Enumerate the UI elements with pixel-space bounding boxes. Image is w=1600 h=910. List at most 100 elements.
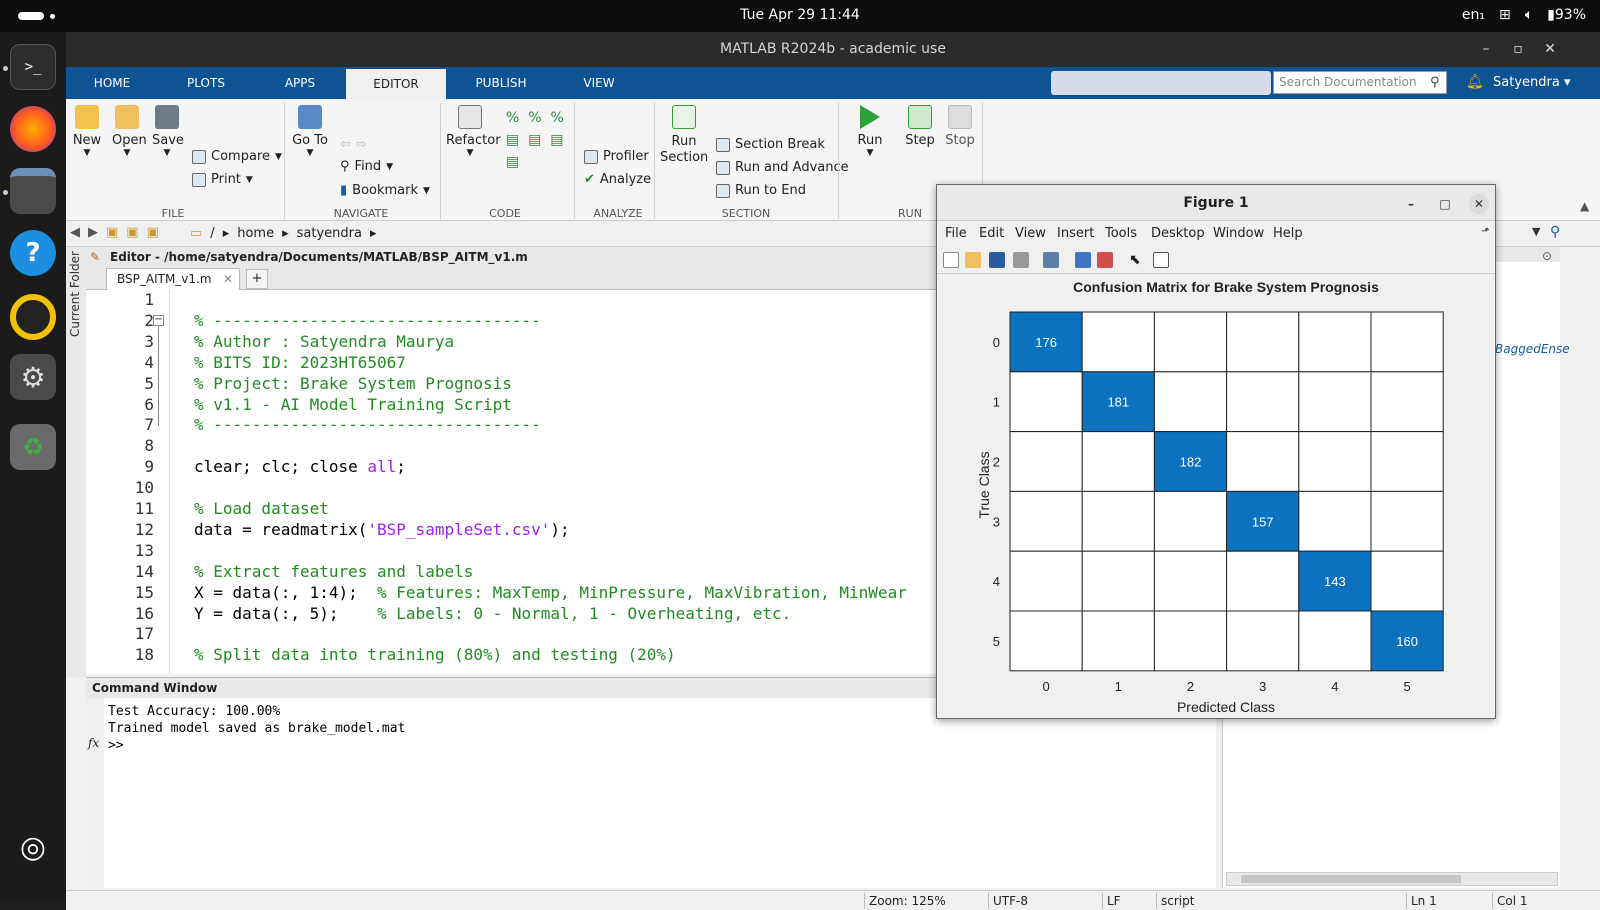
figure-title-bar[interactable]: Figure 1 – □ ✕ (937, 185, 1495, 221)
figure-minimize-icon[interactable]: – (1401, 194, 1421, 214)
figure-maximize-icon[interactable]: □ (1435, 194, 1455, 214)
dock-figure-icon[interactable]: ⬏ (1481, 226, 1489, 237)
current-folder-collapsed-panel[interactable]: Current Folder (66, 247, 86, 677)
section-break-button[interactable]: Section Break (716, 137, 825, 152)
horizontal-scrollbar[interactable] (1226, 872, 1558, 886)
compare-button[interactable]: Compare ▼ (192, 149, 282, 164)
figure-menu-help[interactable]: Help (1273, 226, 1303, 241)
code-line[interactable]: % Extract features and labels (194, 562, 473, 581)
property-inspector-icon[interactable] (1153, 252, 1169, 268)
breadcrumb-satyendra[interactable]: satyendra (297, 226, 362, 241)
forward-arrow-icon[interactable]: ▶ (88, 225, 98, 240)
figure-window[interactable]: Figure 1 – □ ✕ File Edit View Insert Too… (936, 184, 1496, 719)
code-line[interactable]: Y = data(:, 5); % Labels: 0 - Normal, 1 … (194, 604, 791, 623)
code-line[interactable]: % Load dataset (194, 499, 329, 518)
tab-plots[interactable]: PLOTS (158, 67, 254, 99)
firefox-icon[interactable] (10, 106, 56, 152)
panel-options-icon[interactable]: ⊙ (1542, 249, 1552, 263)
figure-menu-view[interactable]: View (1015, 226, 1046, 241)
find-button[interactable]: ⚲ Find ▼ (340, 159, 393, 174)
tab-editor[interactable]: EDITOR (346, 69, 446, 99)
status-encoding[interactable]: UTF-8 (988, 893, 1102, 909)
current-folder-label[interactable]: Current Folder (68, 251, 82, 337)
bookmark-button[interactable]: ▮ Bookmark ▼ (340, 183, 430, 198)
tab-home[interactable]: HOME (66, 67, 158, 99)
code-line[interactable]: % BITS ID: 2023HT65067 (194, 353, 406, 372)
run-and-advance-button[interactable]: Run and Advance (716, 160, 849, 175)
pointer-icon[interactable]: ⬉ (1129, 252, 1145, 268)
search-documentation-input[interactable]: Search Documentation (1273, 71, 1447, 94)
volume-icon[interactable]: 🔈︎ (1525, 7, 1533, 23)
scrollbar-thumb[interactable] (1241, 875, 1461, 883)
breadcrumb-home[interactable]: home (237, 226, 274, 241)
close-tab-icon[interactable]: ✕ (223, 269, 233, 289)
code-line[interactable]: % Author : Satyendra Maurya (194, 332, 454, 351)
figure-menu-file[interactable]: File (945, 226, 967, 241)
browse-folder-icon[interactable]: ▣ (126, 225, 138, 240)
back-forward-arrows[interactable]: ⇦ ⇨ (340, 137, 367, 152)
code-line[interactable]: % v1.1 - AI Model Training Script (194, 395, 512, 414)
status-line-ending[interactable]: LF (1102, 893, 1156, 909)
code-fold-icon[interactable]: − (153, 315, 164, 326)
workspace-variable-type[interactable]: BaggedEnse (1495, 342, 1570, 356)
code-line[interactable]: clear; clc; close all; (194, 457, 406, 476)
code-line[interactable]: % ---------------------------------- (194, 311, 541, 330)
search-icon[interactable]: ⚲ (1430, 75, 1440, 90)
files-icon[interactable] (10, 168, 56, 214)
refactor-button[interactable]: Refactor ▼ (446, 105, 501, 158)
open-file-icon[interactable] (965, 252, 981, 268)
code-line[interactable]: % ---------------------------------- (194, 415, 541, 434)
run-section-button[interactable]: Run Section (660, 105, 708, 166)
system-clock[interactable]: Tue Apr 29 11:44 (0, 7, 1600, 23)
function-browser-icon[interactable]: fx (88, 736, 99, 750)
back-arrow-icon[interactable]: ◀ (70, 225, 80, 240)
run-to-end-button[interactable]: Run to End (716, 183, 806, 198)
figure-menu-desktop[interactable]: Desktop (1151, 226, 1205, 241)
code-line[interactable]: data = readmatrix('BSP_sampleSet.csv'); (194, 520, 570, 539)
notification-bell-icon[interactable]: 🔔︎ (1466, 74, 1484, 90)
colorbar-icon[interactable] (1075, 252, 1091, 268)
figure-menu-window[interactable]: Window (1213, 226, 1264, 241)
minimize-icon[interactable]: – (1470, 32, 1502, 67)
nav-buttons[interactable]: ◀ ▶ ▣ ▣ ▣ (70, 225, 159, 240)
new-button[interactable]: New ▼ (72, 105, 102, 158)
user-account-menu[interactable]: Satyendra ▾ (1493, 75, 1570, 90)
folder-history-icon[interactable]: ▣ (147, 225, 159, 240)
settings-icon[interactable]: ⚙ (10, 354, 56, 400)
maximize-icon[interactable]: ▫ (1502, 32, 1534, 67)
print-button[interactable]: Print ▼ (192, 172, 253, 187)
code-line[interactable]: % Split data into training (80%) and tes… (194, 645, 676, 664)
command-prompt[interactable]: >> (108, 738, 124, 753)
new-figure-icon[interactable] (943, 252, 959, 268)
system-tray[interactable]: en₁ ⊞ 🔈︎ ▮93% (1462, 7, 1586, 23)
close-icon[interactable]: ✕ (1534, 32, 1566, 67)
legend-icon[interactable] (1097, 252, 1113, 268)
apps-icon[interactable]: ◎ (10, 824, 56, 870)
code-tools-grid[interactable]: % % % ▤ ▤ ▤ ▤ (506, 107, 564, 173)
editor-tab-file[interactable]: BSP_AITM_v1.m ✕ (106, 268, 240, 290)
link-plot-icon[interactable] (1043, 252, 1059, 268)
terminal-icon[interactable]: >_ (10, 44, 56, 90)
breadcrumb[interactable]: ▭ / ▸ home ▸ satyendra ▸ (190, 226, 376, 241)
figure-menu-tools[interactable]: Tools (1105, 226, 1137, 241)
figure-menu-insert[interactable]: Insert (1057, 226, 1094, 241)
print-figure-icon[interactable] (1013, 252, 1029, 268)
code-line[interactable]: % Project: Brake System Prognosis (194, 374, 512, 393)
quick-access-toolbar[interactable] (1051, 71, 1271, 95)
code-line[interactable]: X = data(:, 1:4); % Features: MaxTemp, M… (194, 583, 907, 602)
network-icon[interactable]: ⊞ (1499, 7, 1511, 23)
tab-view[interactable]: VIEW (556, 67, 642, 99)
breadcrumb-root[interactable]: / (210, 226, 214, 241)
step-button[interactable]: Step (900, 105, 940, 148)
profiler-button[interactable]: Profiler (584, 149, 649, 164)
rhythmbox-icon[interactable] (10, 294, 56, 340)
run-button[interactable]: Run ▼ (852, 105, 888, 158)
search-icon[interactable]: ⚲ (1550, 224, 1560, 240)
help-icon[interactable]: ? (10, 230, 56, 276)
figure-menu-edit[interactable]: Edit (979, 226, 1004, 241)
collapse-toolstrip-icon[interactable]: ▲ (1580, 199, 1589, 213)
battery-indicator[interactable]: ▮93% (1547, 7, 1586, 23)
new-tab-button[interactable]: + (246, 269, 268, 289)
save-button[interactable]: Save ▼ (152, 105, 184, 158)
code-editor[interactable]: 1 2 3 4 5 6 7 8 9 10 11 12 13 14 15 16 17 18 − % --------… (86, 290, 966, 674)
